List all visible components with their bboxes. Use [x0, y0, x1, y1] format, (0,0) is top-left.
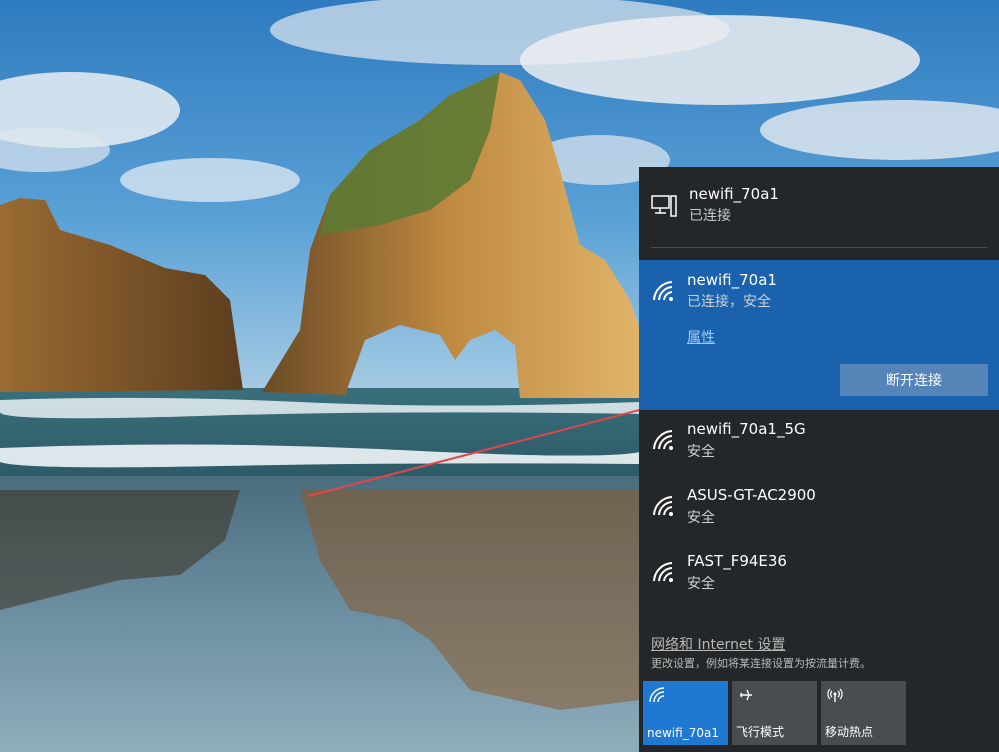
network-settings-description: 更改设置，例如将某连接设置为按流量计费。 — [651, 657, 871, 670]
network-item-selected[interactable]: newifi_70a1 已连接，安全 属性 断开连接 — [639, 260, 999, 410]
wifi-icon — [653, 496, 673, 516]
current-connection-status: 已连接 — [689, 208, 731, 224]
quick-action-wifi[interactable]: newifi_70a1 — [643, 681, 728, 745]
network-flyout: newifi_70a1 已连接 newifi_70a1 已连接，安全 属性 断开… — [639, 167, 999, 752]
network-ssid: FAST_F94E36 — [687, 552, 787, 570]
network-status: 安全 — [687, 510, 715, 526]
disconnect-button[interactable]: 断开连接 — [840, 364, 988, 396]
current-connection[interactable]: newifi_70a1 已连接 — [639, 167, 999, 249]
network-item[interactable]: ASUS-GT-AC2900 安全 — [639, 480, 999, 542]
network-ssid: newifi_70a1_5G — [687, 420, 806, 438]
hotspot-icon — [827, 688, 843, 702]
properties-link[interactable]: 属性 — [687, 327, 715, 347]
network-ssid: ASUS-GT-AC2900 — [687, 486, 816, 504]
quick-action-airplane-mode[interactable]: 飞行模式 — [732, 681, 817, 745]
network-status: 安全 — [687, 444, 715, 460]
wifi-icon — [653, 281, 673, 301]
divider — [651, 247, 987, 248]
network-status: 安全 — [687, 576, 715, 592]
wifi-icon — [649, 687, 665, 703]
airplane-icon — [740, 689, 752, 701]
wifi-icon — [653, 430, 673, 450]
network-ssid: newifi_70a1 — [687, 271, 777, 289]
network-item[interactable]: newifi_70a1_5G 安全 — [639, 414, 999, 476]
quick-actions: newifi_70a1 飞行模式 移动热点 — [643, 681, 999, 745]
quick-action-label: newifi_70a1 — [647, 726, 719, 740]
quick-action-mobile-hotspot[interactable]: 移动热点 — [821, 681, 906, 745]
quick-action-label: 移动热点 — [825, 725, 874, 739]
network-item[interactable]: FAST_F94E36 安全 — [639, 546, 999, 608]
network-status: 已连接，安全 — [687, 294, 771, 310]
network-settings-link[interactable]: 网络和 Internet 设置 — [651, 634, 786, 654]
ethernet-pc-icon — [651, 195, 677, 217]
wifi-icon — [653, 562, 673, 582]
current-connection-name: newifi_70a1 — [689, 185, 779, 203]
quick-action-label: 飞行模式 — [736, 725, 785, 739]
